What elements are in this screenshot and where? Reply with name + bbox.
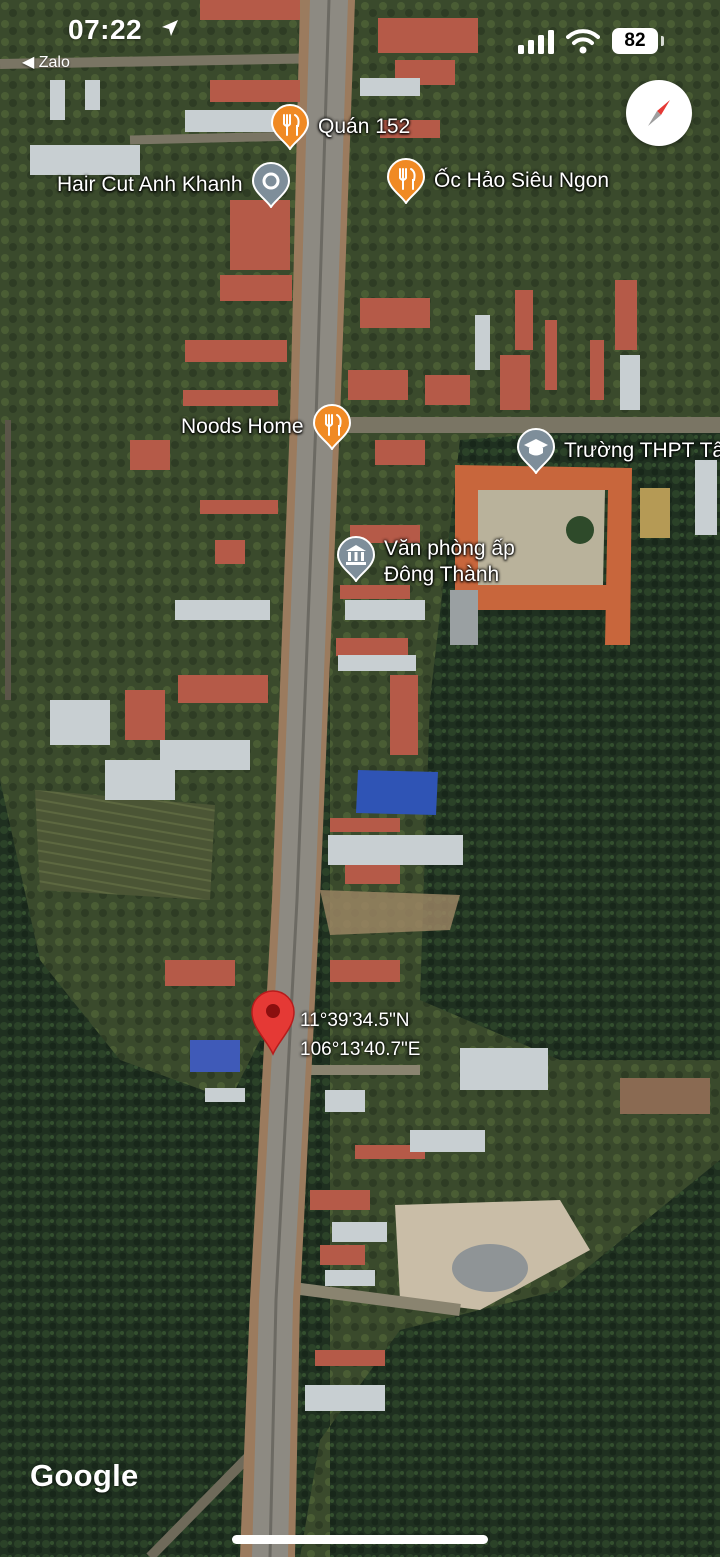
pin-latitude: 11°39'34.5"N — [300, 1010, 410, 1031]
government-icon — [336, 536, 376, 582]
school-icon — [516, 428, 556, 474]
poi-marker[interactable]: Văn phòng ấp Đông Thành — [336, 536, 554, 588]
poi-marker[interactable]: Noods Home — [181, 404, 352, 450]
cellular-signal-icon — [518, 30, 556, 59]
location-icon — [251, 162, 291, 208]
pin-longitude: 106°13'40.7"E — [300, 1039, 421, 1060]
battery-indicator: 82 — [612, 28, 658, 54]
poi-marker[interactable]: Ốc Hảo Siêu Ngon — [386, 158, 609, 204]
poi-label: Noods Home — [181, 415, 304, 438]
poi-label: Trường THPT Tâ — [564, 439, 720, 462]
battery-cap — [661, 36, 664, 46]
restaurant-icon — [270, 104, 310, 150]
google-logo: Google — [30, 1458, 139, 1493]
poi-marker[interactable]: Hair Cut Anh Khanh — [57, 162, 291, 208]
poi-label: Quán 152 — [318, 115, 411, 138]
status-bar: 07:22 ◀ Zalo 82 — [0, 0, 720, 80]
restaurant-icon — [312, 404, 352, 450]
satellite-map[interactable] — [0, 0, 720, 1557]
dropped-pin-coordinates: 11°39'34.5"N 106°13'40.7"E — [300, 1006, 420, 1064]
compass-icon — [648, 100, 670, 126]
location-arrow-icon — [160, 18, 180, 43]
satellite-imagery — [0, 0, 720, 1557]
poi-label: Hair Cut Anh Khanh — [57, 173, 243, 196]
poi-marker[interactable]: Trường THPT Tâ — [516, 428, 720, 474]
dropped-pin-marker[interactable] — [250, 990, 296, 1056]
home-indicator[interactable] — [232, 1535, 488, 1544]
status-time: 07:22 — [68, 14, 143, 45]
restaurant-icon — [386, 158, 426, 204]
back-to-app-link[interactable]: ◀ Zalo — [22, 52, 70, 72]
wifi-icon — [566, 28, 600, 59]
poi-marker[interactable]: Quán 152 — [270, 104, 410, 150]
poi-label: Văn phòng ấp Đông Thành — [384, 537, 515, 586]
compass-button[interactable] — [626, 80, 692, 146]
back-app-label: Zalo — [38, 54, 70, 71]
poi-label: Ốc Hảo Siêu Ngon — [434, 169, 610, 192]
